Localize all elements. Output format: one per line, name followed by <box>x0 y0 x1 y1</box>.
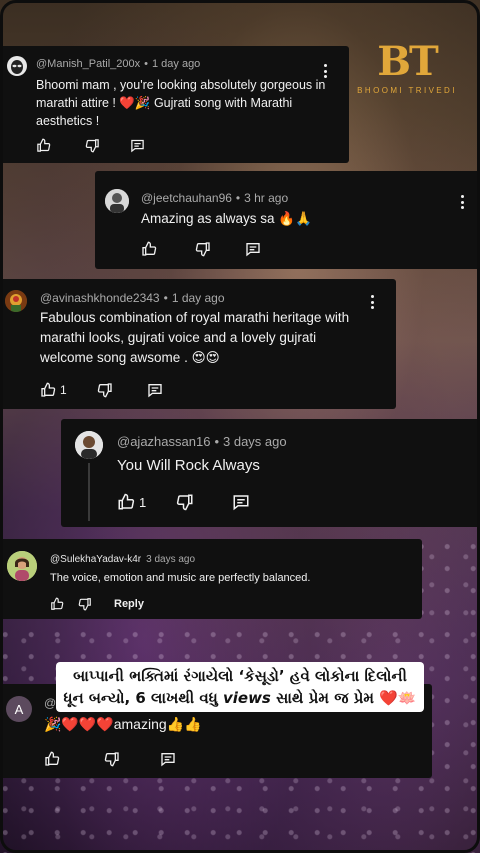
comment-text: You Will Rock Always <box>117 457 260 474</box>
avatar-letter: A <box>14 701 24 717</box>
thumbs-down-icon <box>85 139 99 153</box>
thumbs-up-icon <box>142 241 157 256</box>
reply-text-button[interactable]: Reply <box>114 598 144 610</box>
thread-line <box>88 463 90 521</box>
comment-meta: @avinashkhonde2343 • 1 day ago <box>40 291 225 305</box>
comment-icon <box>246 243 260 257</box>
comment-icon <box>161 753 175 767</box>
comment-author[interactable]: @jeetchauhan96 <box>141 191 232 205</box>
comment-author[interactable]: @ajazhassan16 <box>117 434 210 449</box>
comment-actions: 1 <box>40 382 163 398</box>
comment-icon <box>148 384 162 398</box>
like-count: 1 <box>139 494 147 510</box>
like-button[interactable] <box>36 138 51 153</box>
comment-time: 3 hr ago <box>244 191 289 205</box>
dislike-button[interactable] <box>85 138 100 153</box>
dislike-button[interactable] <box>97 382 113 398</box>
brand-logo: BT BHOOMI TRIVEDI <box>352 38 462 96</box>
comment-author[interactable]: @SulekhaYadav-k4r <box>50 554 141 565</box>
thumbs-down-icon <box>177 494 193 511</box>
dislike-button[interactable] <box>104 751 120 767</box>
comment-card: @ajazhassan16 • 3 days ago You Will Rock A… <box>61 419 480 527</box>
like-button[interactable] <box>50 597 64 611</box>
thumbs-up-icon <box>37 138 51 152</box>
banner-line-2: ધૂન બન્યો, 6 લાખથી વધુ views સાથે પ્રેમ … <box>62 687 418 709</box>
thumbs-up-icon <box>118 493 135 510</box>
reply-button[interactable] <box>147 382 163 398</box>
comment-time: 3 days ago <box>223 434 287 449</box>
reply-button[interactable] <box>245 241 261 257</box>
comment-text: Fabulous combination of royal marathi he… <box>40 310 350 365</box>
comment-text: The voice, emotion and music are perfect… <box>50 572 311 584</box>
emoji-prefix: 🎉❤️❤️❤️ <box>44 716 114 732</box>
profile-photo-icon[interactable] <box>105 189 129 213</box>
thumbs-up-icon <box>45 751 60 766</box>
comment-meta: @ <box>44 696 56 710</box>
thumbs-up-icon <box>41 382 56 397</box>
comment-actions <box>36 138 145 153</box>
banner-views-word: views <box>222 689 271 707</box>
comment-time: 1 day ago <box>171 291 225 305</box>
comment-author[interactable]: @ <box>44 696 56 710</box>
comment-actions: 1 <box>117 493 250 511</box>
reply-button[interactable] <box>160 751 176 767</box>
comment-text-body: amazing👍👍 <box>113 716 202 732</box>
comment-card: @jeetchauhan96 • 3 hr ago Amazing as alway… <box>95 171 480 269</box>
comment-text: Bhoomi mam , you're looking absolutely g… <box>36 78 326 128</box>
logo-subtitle: BHOOMI TRIVEDI <box>357 86 457 95</box>
comment-actions: Reply <box>50 597 144 611</box>
deity-avatar-icon[interactable] <box>5 290 27 312</box>
comment-time: 3 days ago <box>146 554 196 565</box>
banner-line-2-post: સાથે પ્રેમ જ પ્રેમ ❤️🪷 <box>270 689 417 707</box>
like-button[interactable]: 1 <box>117 493 146 511</box>
alien-avatar-icon[interactable] <box>7 56 27 76</box>
banner-line-2-pre: ધૂન બન્યો, 6 લાખથી વધુ <box>63 689 223 707</box>
thumbs-down-icon <box>78 598 91 611</box>
like-count: 1 <box>60 383 67 397</box>
thumbs-down-icon <box>195 242 210 257</box>
comment-card: @avinashkhonde2343 • 1 day ago Fabulous co… <box>0 279 396 409</box>
comment-text: 🎉❤️❤️❤️amazing👍👍 <box>44 714 404 734</box>
comment-meta: @Manish_Patil_200x • 1 day ago <box>36 58 201 70</box>
person-avatar-icon[interactable] <box>75 431 103 459</box>
reply-button[interactable] <box>130 138 145 153</box>
comment-actions <box>141 241 261 257</box>
comment-meta: @ajazhassan16 • 3 days ago <box>117 434 287 449</box>
comment-actions <box>44 751 176 767</box>
logo-mark: BT <box>377 38 439 85</box>
thumbs-up-icon <box>51 597 64 610</box>
comment-author[interactable]: @avinashkhonde2343 <box>40 291 160 305</box>
comment-card: @SulekhaYadav-k4r 3 days ago The voice, e… <box>0 539 422 619</box>
comment-meta: @SulekhaYadav-k4r 3 days ago <box>50 554 195 565</box>
more-options-icon[interactable] <box>365 293 379 311</box>
comment-icon <box>131 139 144 153</box>
more-options-icon[interactable] <box>455 193 469 211</box>
like-button[interactable] <box>44 751 60 767</box>
like-button[interactable] <box>141 241 157 257</box>
like-button[interactable]: 1 <box>40 382 67 398</box>
comment-icon <box>233 495 249 511</box>
dislike-button[interactable] <box>78 597 92 611</box>
dislike-button[interactable] <box>195 241 211 257</box>
dislike-button[interactable] <box>176 493 194 511</box>
comment-card: @Manish_Patil_200x • 1 day ago Bhoomi mam … <box>0 46 349 163</box>
thumbs-down-icon <box>97 383 112 398</box>
caption-banner: બાપ્પાની ભક્તિમાં રંગાયેલો ‘કેસૂડો’ હવે … <box>56 662 424 712</box>
banner-line-1: બાપ્પાની ભક્તિમાં રંગાયેલો ‘કેસૂડો’ હવે … <box>73 667 407 685</box>
comment-text: Amazing as always sa 🔥🙏 <box>141 211 312 226</box>
woman-avatar-icon[interactable] <box>7 551 37 581</box>
thumbs-down-icon <box>104 752 119 767</box>
reply-button[interactable] <box>232 493 250 511</box>
comment-time: 1 day ago <box>151 58 201 70</box>
comment-meta: @jeetchauhan96 • 3 hr ago <box>141 191 289 205</box>
comment-author[interactable]: @Manish_Patil_200x <box>36 58 140 70</box>
letter-avatar[interactable]: A <box>6 696 32 722</box>
